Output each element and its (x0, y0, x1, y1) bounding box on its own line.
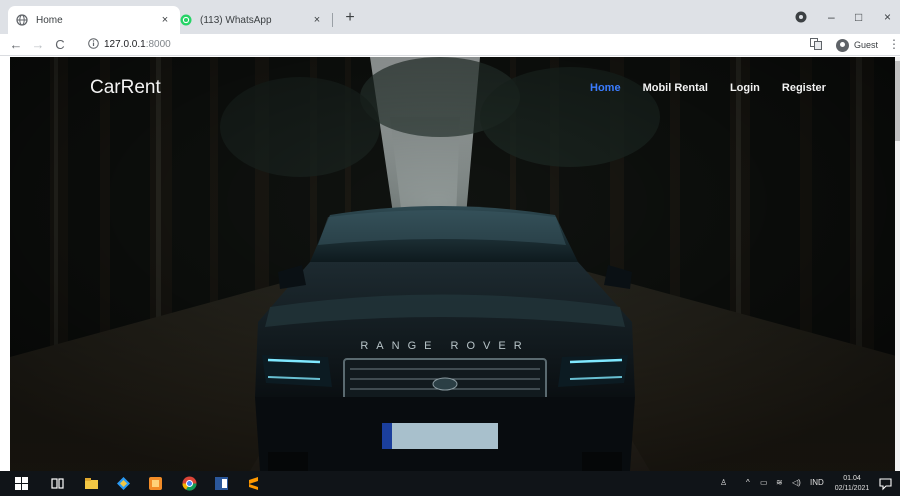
avatar (836, 38, 849, 52)
language-indicator[interactable]: IND (810, 478, 824, 487)
url-port: :8000 (145, 39, 171, 50)
taskbar-clock[interactable]: 01.04 02/11/2021 (832, 474, 872, 494)
nav-link-mobil-rental[interactable]: Mobil Rental (643, 82, 708, 94)
task-view-icon[interactable] (50, 476, 65, 491)
forward-button[interactable]: → (30, 37, 46, 53)
tray-chevron-icon[interactable]: ^ (746, 478, 750, 487)
windows-start-icon[interactable] (14, 476, 29, 491)
nav-link-login[interactable]: Login (730, 82, 760, 94)
nav-link-home[interactable]: Home (590, 82, 621, 94)
close-tab-button[interactable]: × (158, 14, 172, 26)
tab-whatsapp[interactable]: (113) WhatsApp × (172, 6, 332, 34)
extension-icon[interactable] (795, 11, 807, 23)
scrollbar-thumb[interactable] (895, 61, 900, 141)
profile-button[interactable]: Guest (836, 37, 878, 53)
car-badge-text: RANGE ROVER (360, 340, 529, 352)
windows-taskbar: ♙ ^ ▭ ≋ ◁) IND 01.04 02/11/2021 (0, 471, 900, 496)
close-tab-button[interactable]: × (310, 14, 324, 26)
new-tab-button[interactable]: + (340, 8, 360, 28)
globe-icon (16, 14, 28, 26)
address-bar[interactable]: 127.0.0.1:8000 (104, 39, 171, 50)
url-host: 127.0.0.1 (104, 39, 146, 50)
tab-strip: Home × (113) WhatsApp × + – □ × (0, 0, 900, 34)
word-icon[interactable] (214, 476, 229, 491)
nav-links: Home Mobil Rental Login Register (590, 82, 848, 94)
translate-icon[interactable] (810, 38, 822, 50)
back-button[interactable]: ← (8, 37, 24, 53)
page-viewport: RANGE ROVER CarRent Home Mobil Rental Lo… (10, 57, 900, 471)
chrome-icon[interactable] (182, 476, 197, 491)
tab-home[interactable]: Home × (8, 6, 180, 34)
battery-icon[interactable]: ▭ (760, 478, 768, 487)
people-icon[interactable]: ♙ (720, 478, 727, 487)
maximize-button[interactable]: □ (855, 10, 862, 24)
sublime-icon[interactable] (246, 476, 261, 491)
wifi-icon[interactable]: ≋ (776, 478, 783, 487)
minimize-button[interactable]: – (828, 10, 835, 24)
tab-title: Home (36, 14, 63, 26)
close-window-button[interactable]: × (884, 10, 891, 24)
info-icon[interactable] (88, 38, 99, 49)
volume-icon[interactable]: ◁) (792, 478, 801, 487)
app-orange-icon[interactable] (148, 476, 163, 491)
notification-icon[interactable] (878, 476, 893, 491)
app-diamond-icon[interactable] (116, 476, 131, 491)
clock-date: 02/11/2021 (834, 485, 870, 492)
browser-menu-icon[interactable]: ⋮ (888, 37, 900, 51)
tab-title: (113) WhatsApp (200, 14, 272, 26)
page-scrollbar[interactable] (895, 57, 900, 471)
profile-label: Guest (854, 40, 879, 50)
site-navbar: CarRent Home Mobil Rental Login Register (10, 57, 900, 121)
file-explorer-icon[interactable] (84, 476, 99, 491)
tab-divider (332, 13, 333, 27)
site-brand[interactable]: CarRent (90, 77, 161, 99)
whatsapp-icon (180, 14, 192, 26)
browser-toolbar: ← → C 127.0.0.1:8000 Guest ⋮ (0, 34, 900, 56)
nav-link-register[interactable]: Register (782, 82, 826, 94)
clock-time: 01.04 (843, 475, 861, 482)
reload-button[interactable]: C (52, 37, 68, 53)
